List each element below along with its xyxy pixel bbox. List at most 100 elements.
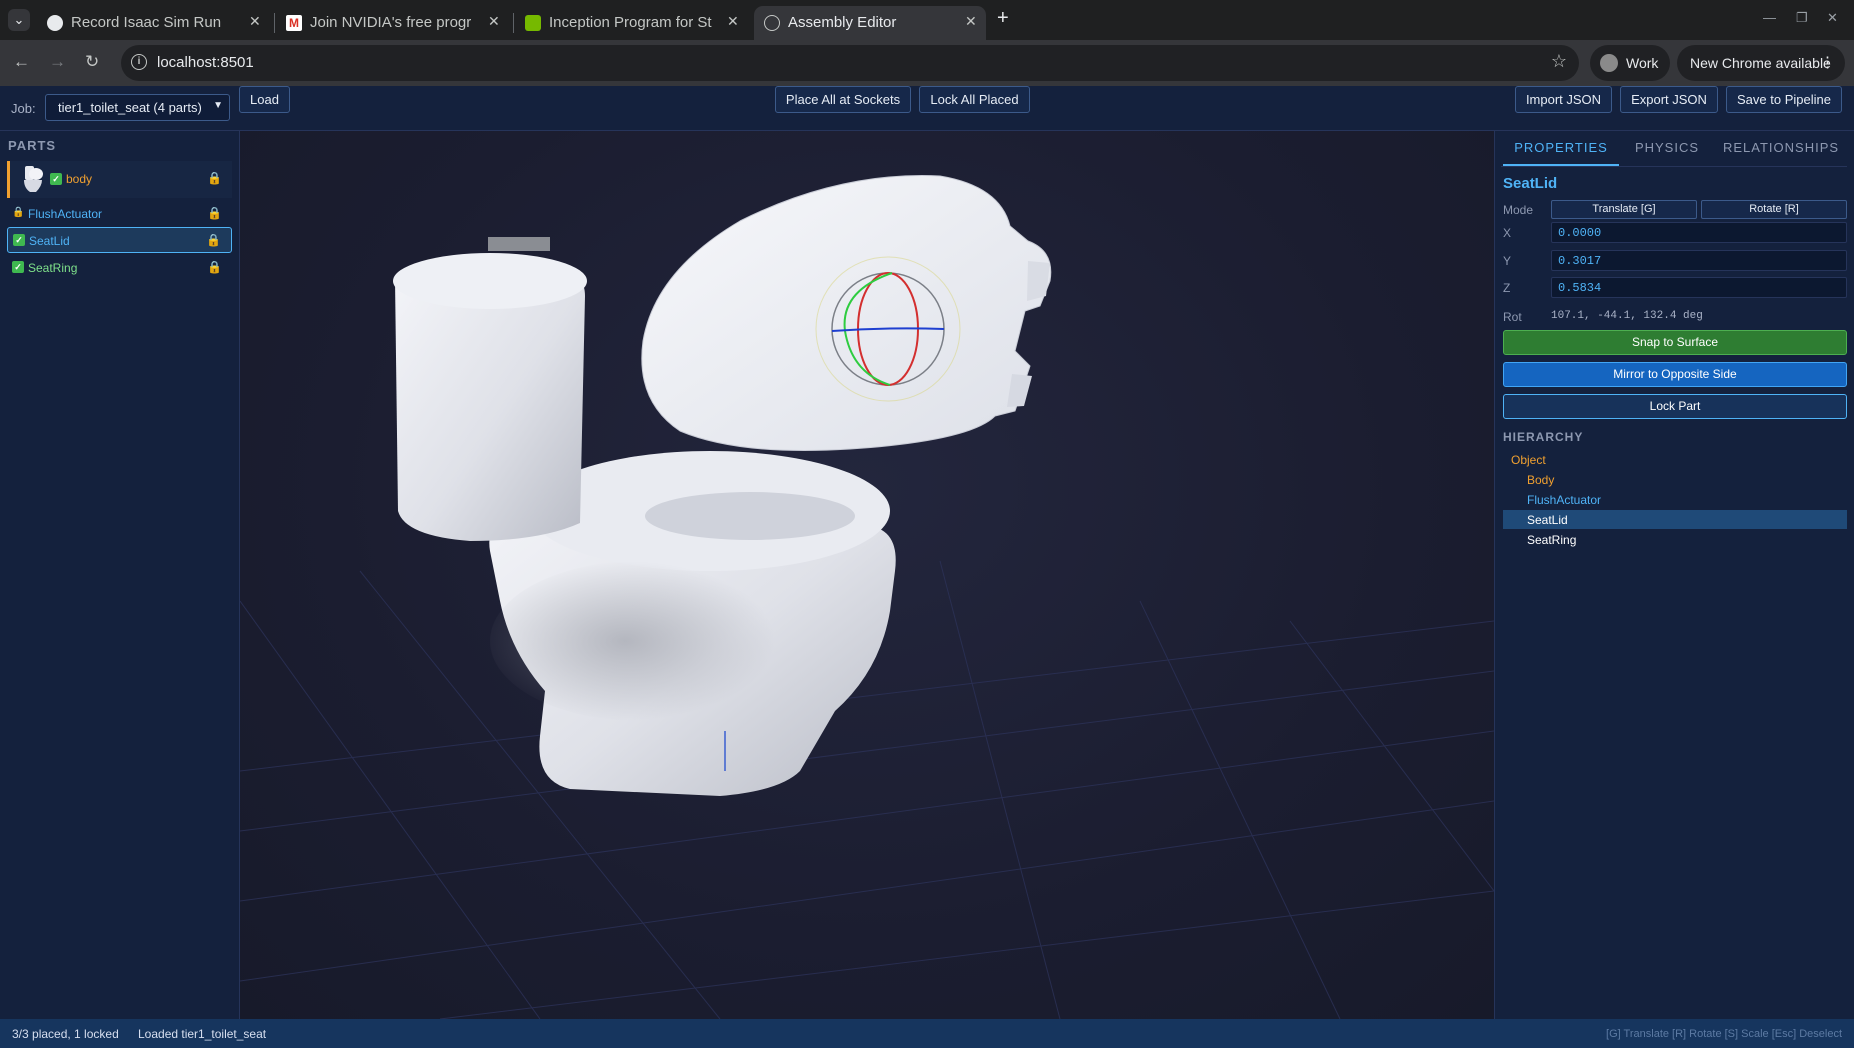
chrome-update-label: New Chrome available <box>1690 55 1831 71</box>
selected-part-title: SeatLid <box>1503 175 1558 192</box>
job-label: Job: <box>11 101 36 116</box>
kebab-menu-icon: ⋮ <box>1820 54 1835 71</box>
hierarchy-node-flushactuator[interactable]: FlushActuator <box>1527 493 1601 507</box>
rot-label: Rot <box>1503 310 1522 324</box>
load-button[interactable]: Load <box>239 86 290 113</box>
app-toolbar: Job: tier1_toilet_seat (4 parts) ▼ Load … <box>0 86 1854 131</box>
parts-panel: PARTS ✓ body 🔒 🔒 FlushActuator 🔒 ✓ SeatL… <box>0 131 240 1019</box>
browser-tab[interactable]: Record Isaac Sim Run ✕ <box>37 6 269 40</box>
3d-viewport[interactable] <box>240 131 1494 1019</box>
part-item-seatlid[interactable]: ✓ SeatLid 🔒 <box>7 227 232 253</box>
tab-search-chevron-icon[interactable]: ⌄ <box>8 9 30 31</box>
x-value: 0.0000 <box>1558 226 1602 240</box>
hierarchy-node-object[interactable]: Object <box>1511 453 1546 467</box>
tab-divider <box>1501 166 1847 167</box>
browser-tab-active[interactable]: Assembly Editor ✕ <box>754 6 986 40</box>
omnibox[interactable]: i localhost:8501 ☆ <box>121 45 1579 81</box>
toilet-thumbnail-icon <box>24 166 43 192</box>
part-name: FlushActuator <box>28 207 103 221</box>
new-tab-plus-icon[interactable]: + <box>997 7 1009 30</box>
place-all-at-sockets-button[interactable]: Place All at Sockets <box>775 86 911 113</box>
hierarchy-title: HIERARCHY <box>1503 430 1584 444</box>
forward-arrow-icon[interactable]: → <box>49 52 66 72</box>
close-tab-icon[interactable]: ✕ <box>727 13 739 30</box>
nvidia-icon <box>525 15 541 31</box>
address-bar-row: ← → ↻ i localhost:8501 ☆ Work New Chrome… <box>0 40 1854 86</box>
restore-icon[interactable]: ❐ <box>1796 10 1808 26</box>
placed-count-status: 3/3 placed, 1 locked <box>12 1027 119 1041</box>
placed-check-icon: ✓ <box>50 173 62 185</box>
part-item-seatring[interactable]: ✓ SeatRing 🔒 <box>7 255 232 279</box>
globe-icon <box>764 15 780 31</box>
shortcut-hint: [G] Translate [R] Rotate [S] Scale [Esc]… <box>1606 1028 1842 1040</box>
browser-tab[interactable]: M Join NVIDIA's free progr ✕ <box>276 6 508 40</box>
site-info-icon[interactable]: i <box>131 54 147 70</box>
chrome-update-button[interactable]: New Chrome available ⋮ <box>1677 45 1845 81</box>
lock-icon[interactable]: 🔒 <box>207 206 222 220</box>
close-window-icon[interactable]: ✕ <box>1827 10 1838 26</box>
tab-separator <box>513 13 514 33</box>
gmail-icon: M <box>286 15 302 31</box>
minimize-icon[interactable]: — <box>1763 10 1776 25</box>
tab-title: Inception Program for St <box>549 14 712 31</box>
bookmark-star-icon[interactable]: ☆ <box>1551 51 1567 72</box>
y-label: Y <box>1503 254 1512 268</box>
tab-properties[interactable]: PROPERTIES <box>1503 140 1619 166</box>
y-field[interactable]: 0.3017 <box>1551 250 1847 271</box>
status-bar: 3/3 placed, 1 locked Loaded tier1_toilet… <box>0 1019 1854 1048</box>
translate-mode-button[interactable]: Translate [G] <box>1551 200 1697 219</box>
tab-title: Join NVIDIA's free progr <box>310 14 472 31</box>
hierarchy-node-body[interactable]: Body <box>1527 473 1554 487</box>
part-item-body[interactable]: ✓ body 🔒 <box>7 161 232 198</box>
lock-icon[interactable]: 🔒 <box>207 171 222 185</box>
profile-button[interactable]: Work <box>1590 45 1670 81</box>
reload-icon[interactable]: ↻ <box>85 52 99 72</box>
browser-tab-strip: ⌄ Record Isaac Sim Run ✕ M Join NVIDIA's… <box>0 0 1854 40</box>
z-label: Z <box>1503 281 1511 295</box>
lock-icon[interactable]: 🔒 <box>207 260 222 274</box>
part-name: SeatLid <box>29 234 70 248</box>
locked-status-icon: 🔒 <box>12 207 25 218</box>
tab-physics[interactable]: PHYSICS <box>1623 140 1711 166</box>
part-item-flushactuator[interactable]: 🔒 FlushActuator 🔒 <box>7 201 232 225</box>
x-field[interactable]: 0.0000 <box>1551 222 1847 243</box>
y-value: 0.3017 <box>1558 254 1602 268</box>
hierarchy-node-seatlid[interactable]: SeatLid <box>1527 513 1568 527</box>
tab-title: Record Isaac Sim Run <box>71 14 222 31</box>
z-field[interactable]: 0.5834 <box>1551 277 1847 298</box>
flush-actuator-model[interactable] <box>488 237 550 251</box>
tab-separator <box>274 13 275 33</box>
import-json-button[interactable]: Import JSON <box>1515 86 1612 113</box>
avatar <box>1600 54 1618 72</box>
browser-tab[interactable]: Inception Program for St ✕ <box>515 6 747 40</box>
rotation-value: 107.1, -44.1, 132.4 deg <box>1551 310 1703 322</box>
url-text[interactable]: localhost:8501 <box>157 54 254 71</box>
snap-to-surface-button[interactable]: Snap to Surface <box>1503 330 1847 355</box>
chevron-down-icon: ▼ <box>213 100 223 111</box>
export-json-button[interactable]: Export JSON <box>1620 86 1718 113</box>
close-tab-icon[interactable]: ✕ <box>249 13 261 30</box>
rotate-mode-button[interactable]: Rotate [R] <box>1701 200 1847 219</box>
parts-title: PARTS <box>8 138 57 153</box>
save-to-pipeline-button[interactable]: Save to Pipeline <box>1726 86 1842 113</box>
z-value: 0.5834 <box>1558 281 1602 295</box>
status-message: Loaded tier1_toilet_seat <box>138 1027 267 1041</box>
part-name: body <box>66 172 93 186</box>
properties-panel: PROPERTIES PHYSICS RELATIONSHIPS SeatLid… <box>1494 131 1854 1019</box>
viewport-scene <box>240 175 1494 1019</box>
placed-check-icon: ✓ <box>13 234 25 246</box>
lock-icon[interactable]: 🔒 <box>206 233 221 247</box>
lock-part-button[interactable]: Lock Part <box>1503 394 1847 419</box>
back-arrow-icon[interactable]: ← <box>13 52 30 72</box>
x-label: X <box>1503 226 1512 240</box>
mode-label: Mode <box>1503 203 1534 217</box>
profile-label: Work <box>1626 55 1659 71</box>
placed-check-icon: ✓ <box>12 261 24 273</box>
tab-relationships[interactable]: RELATIONSHIPS <box>1715 140 1847 166</box>
lock-all-placed-button[interactable]: Lock All Placed <box>919 86 1030 113</box>
mirror-to-opposite-side-button[interactable]: Mirror to Opposite Side <box>1503 362 1847 387</box>
close-tab-icon[interactable]: ✕ <box>965 13 977 30</box>
job-select[interactable]: tier1_toilet_seat (4 parts) ▼ <box>45 94 230 121</box>
close-tab-icon[interactable]: ✕ <box>488 13 500 30</box>
hierarchy-node-seatring[interactable]: SeatRing <box>1527 533 1576 547</box>
